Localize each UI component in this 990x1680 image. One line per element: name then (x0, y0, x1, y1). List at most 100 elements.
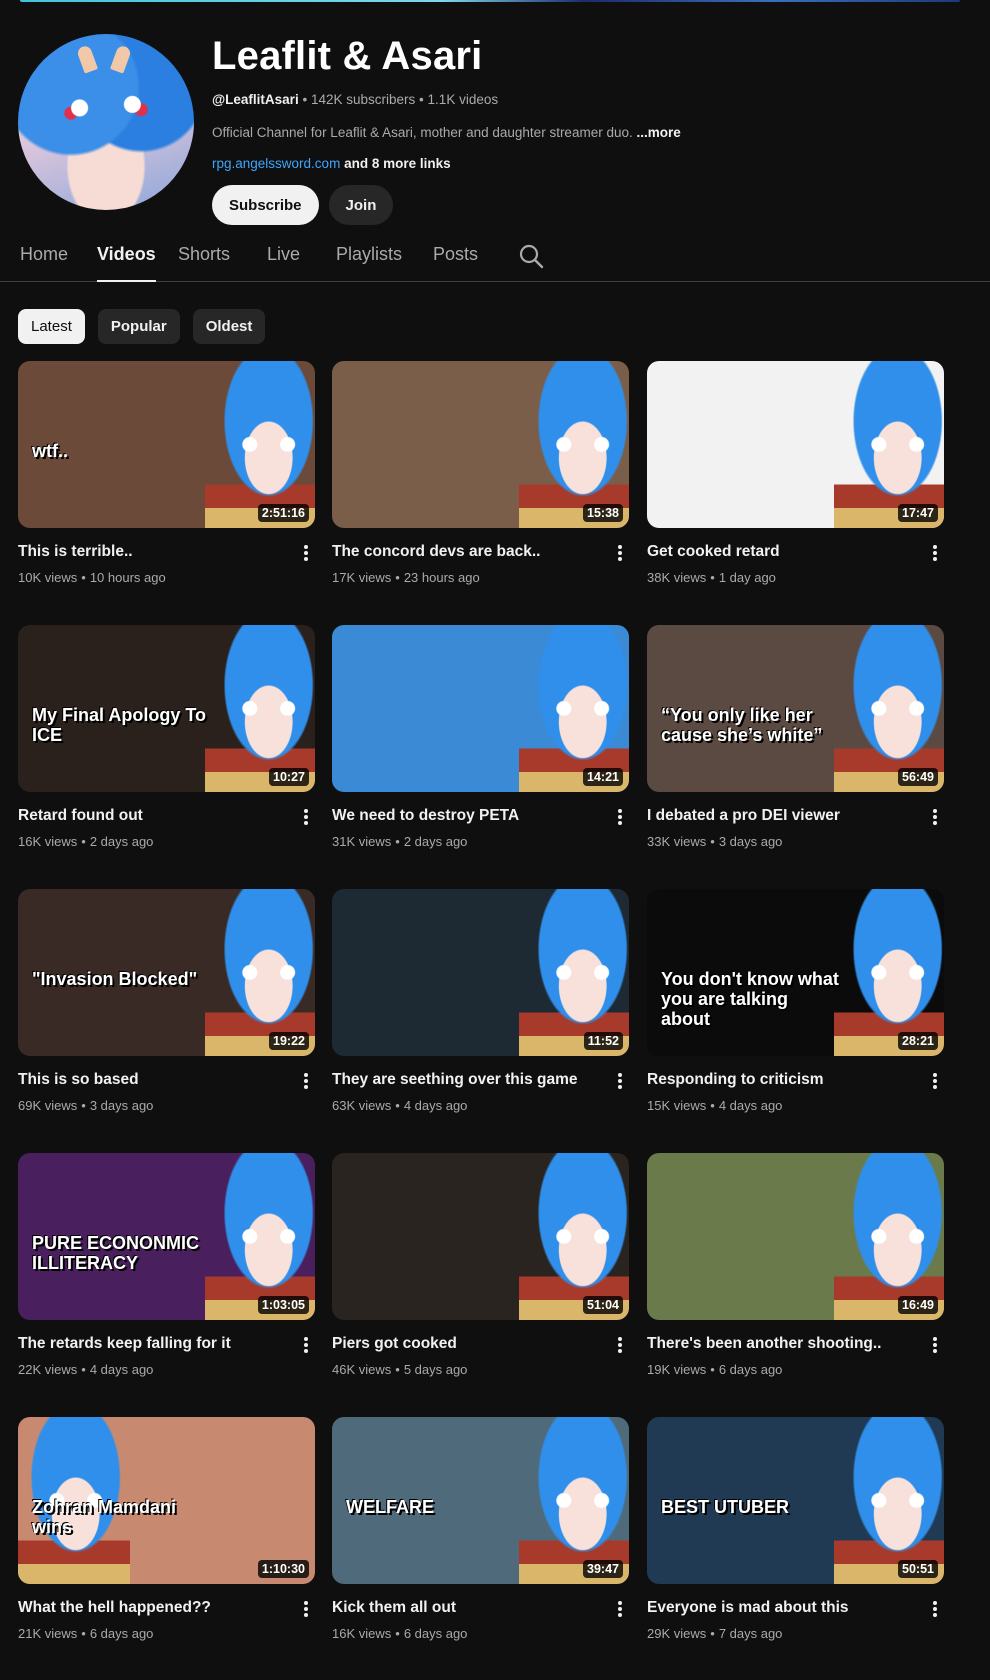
vtuber-character-image (519, 889, 629, 1056)
video-card[interactable]: 51:04 Piers got cooked 46K views • 5 days ag… (332, 1153, 629, 1393)
video-card[interactable]: "Invasion Blocked" 19:22 This is so based 6… (18, 889, 315, 1129)
video-title[interactable]: The concord devs are back.. (332, 542, 602, 562)
video-thumbnail[interactable]: WELFARE 39:47 (332, 1417, 629, 1584)
video-thumbnail[interactable]: 16:49 (647, 1153, 944, 1320)
video-metadata: 29K views • 7 days ago (647, 1626, 782, 1641)
video-card[interactable]: You don't know what you are talking abou… (647, 889, 944, 1129)
tab-live[interactable]: Live (267, 244, 300, 282)
kebab-dot (304, 1601, 308, 1605)
video-duration: 19:22 (269, 1032, 309, 1050)
video-card[interactable]: 11:52 They are seething over this game 63K… (332, 889, 629, 1129)
video-thumbnail[interactable]: 17:47 (647, 361, 944, 528)
more-links-link[interactable]: and 8 more links (344, 156, 451, 171)
description-more-link[interactable]: ...more (637, 125, 681, 140)
more-options-icon[interactable] (613, 1070, 627, 1092)
chip-popular[interactable]: Popular (97, 309, 180, 344)
more-options-icon[interactable] (928, 542, 942, 564)
video-title[interactable]: What the hell happened?? (18, 1598, 288, 1618)
tab-playlists[interactable]: Playlists (336, 244, 402, 282)
channel-banner (20, 0, 960, 2)
video-card[interactable]: Zohran Mamdani wins 1:10:30 What the hell … (18, 1417, 315, 1657)
kebab-dot (618, 1337, 622, 1341)
video-card[interactable]: 15:38 The concord devs are back.. 17K view… (332, 361, 629, 601)
video-thumbnail[interactable]: Zohran Mamdani wins 1:10:30 (18, 1417, 315, 1584)
tab-videos[interactable]: Videos (97, 244, 156, 282)
chip-latest[interactable]: Latest (18, 309, 85, 344)
kebab-dot (933, 1337, 937, 1341)
vtuber-character-image (519, 1417, 629, 1584)
video-metadata: 16K views • 6 days ago (332, 1626, 467, 1641)
join-button[interactable]: Join (328, 185, 394, 225)
video-thumbnail[interactable]: 14:21 (332, 625, 629, 792)
more-options-icon[interactable] (299, 1334, 313, 1356)
video-thumbnail[interactable]: My Final Apology To ICE 10:27 (18, 625, 315, 792)
video-card[interactable]: 17:47 Get cooked retard 38K views • 1 day ag… (647, 361, 944, 601)
video-card[interactable]: 16:49 There's been another shooting.. 19K … (647, 1153, 944, 1393)
video-title[interactable]: There's been another shooting.. (647, 1334, 917, 1354)
video-title[interactable]: Piers got cooked (332, 1334, 602, 1354)
more-options-icon[interactable] (613, 1598, 627, 1620)
more-options-icon[interactable] (928, 1334, 942, 1356)
more-options-icon[interactable] (613, 542, 627, 564)
video-duration: 51:04 (583, 1296, 623, 1314)
video-duration: 15:38 (583, 504, 623, 522)
more-options-icon[interactable] (928, 1070, 942, 1092)
tab-shorts[interactable]: Shorts (178, 244, 230, 282)
video-title[interactable]: This is so based (18, 1070, 288, 1090)
more-options-icon[interactable] (928, 1598, 942, 1620)
video-title[interactable]: We need to destroy PETA (332, 806, 602, 826)
more-options-icon[interactable] (299, 806, 313, 828)
video-title[interactable]: The retards keep falling for it (18, 1334, 288, 1354)
video-title[interactable]: Retard found out (18, 806, 288, 826)
video-thumbnail[interactable]: “You only like her cause she’s white” 56:… (647, 625, 944, 792)
metadata-separator: • (81, 834, 86, 849)
video-thumbnail[interactable]: 11:52 (332, 889, 629, 1056)
more-options-icon[interactable] (928, 806, 942, 828)
video-title[interactable]: Kick them all out (332, 1598, 602, 1618)
channel-link[interactable]: rpg.angelssword.com (212, 156, 340, 171)
video-age: 4 days ago (403, 1098, 468, 1113)
video-title[interactable]: I debated a pro DEI viewer (647, 806, 917, 826)
video-card[interactable]: 14:21 We need to destroy PETA 31K views • 2 … (332, 625, 629, 865)
video-card[interactable]: “You only like her cause she’s white” 56:… (647, 625, 944, 865)
more-options-icon[interactable] (613, 806, 627, 828)
video-thumbnail[interactable]: wtf.. 2:51:16 (18, 361, 315, 528)
video-title[interactable]: Get cooked retard (647, 542, 917, 562)
tab-home[interactable]: Home (20, 244, 68, 282)
chip-oldest[interactable]: Oldest (192, 309, 266, 344)
more-options-icon[interactable] (299, 542, 313, 564)
kebab-dot (618, 821, 622, 825)
metadata-separator: • (395, 1098, 400, 1113)
video-card[interactable]: PURE ECONONMIC ILLITERACY 1:03:05 The reta… (18, 1153, 315, 1393)
video-card[interactable]: wtf.. 2:51:16 This is terrible.. 10K views •… (18, 361, 315, 601)
video-thumbnail[interactable]: "Invasion Blocked" 19:22 (18, 889, 315, 1056)
video-title[interactable]: Everyone is mad about this (647, 1598, 917, 1618)
search-icon[interactable] (518, 243, 544, 269)
more-options-icon[interactable] (613, 1334, 627, 1356)
more-options-icon[interactable] (299, 1070, 313, 1092)
video-card[interactable]: WELFARE 39:47 Kick them all out 16K views • 6… (332, 1417, 629, 1657)
video-title[interactable]: They are seething over this game (332, 1070, 602, 1090)
channel-description[interactable]: Official Channel for Leaflit & Asari, mo… (212, 125, 952, 140)
kebab-dot (933, 545, 937, 549)
vtuber-character-image (519, 361, 629, 528)
kebab-dot (304, 1343, 308, 1347)
video-duration: 1:03:05 (257, 1296, 309, 1314)
video-card[interactable]: My Final Apology To ICE 10:27 Retard found… (18, 625, 315, 865)
video-thumbnail[interactable]: PURE ECONONMIC ILLITERACY 1:03:05 (18, 1153, 315, 1320)
tab-posts[interactable]: Posts (433, 244, 478, 282)
video-title[interactable]: This is terrible.. (18, 542, 288, 562)
video-thumbnail[interactable]: BEST UTUBER 50:51 (647, 1417, 944, 1584)
video-thumbnail[interactable]: 15:38 (332, 361, 629, 528)
video-metadata: 63K views • 4 days ago (332, 1098, 467, 1113)
video-card[interactable]: BEST UTUBER 50:51 Everyone is mad about th… (647, 1417, 944, 1657)
channel-avatar[interactable] (18, 34, 194, 210)
metadata-separator: • (81, 1362, 86, 1377)
video-thumbnail[interactable]: 51:04 (332, 1153, 629, 1320)
video-title[interactable]: Responding to criticism (647, 1070, 917, 1090)
video-thumbnail[interactable]: You don't know what you are talking abou… (647, 889, 944, 1056)
thumbnail-overlay-text: You don't know what you are talking abou… (661, 969, 839, 1029)
more-options-icon[interactable] (299, 1598, 313, 1620)
subscribe-button[interactable]: Subscribe (212, 185, 319, 225)
sort-chips: Latest Popular Oldest (18, 309, 266, 344)
